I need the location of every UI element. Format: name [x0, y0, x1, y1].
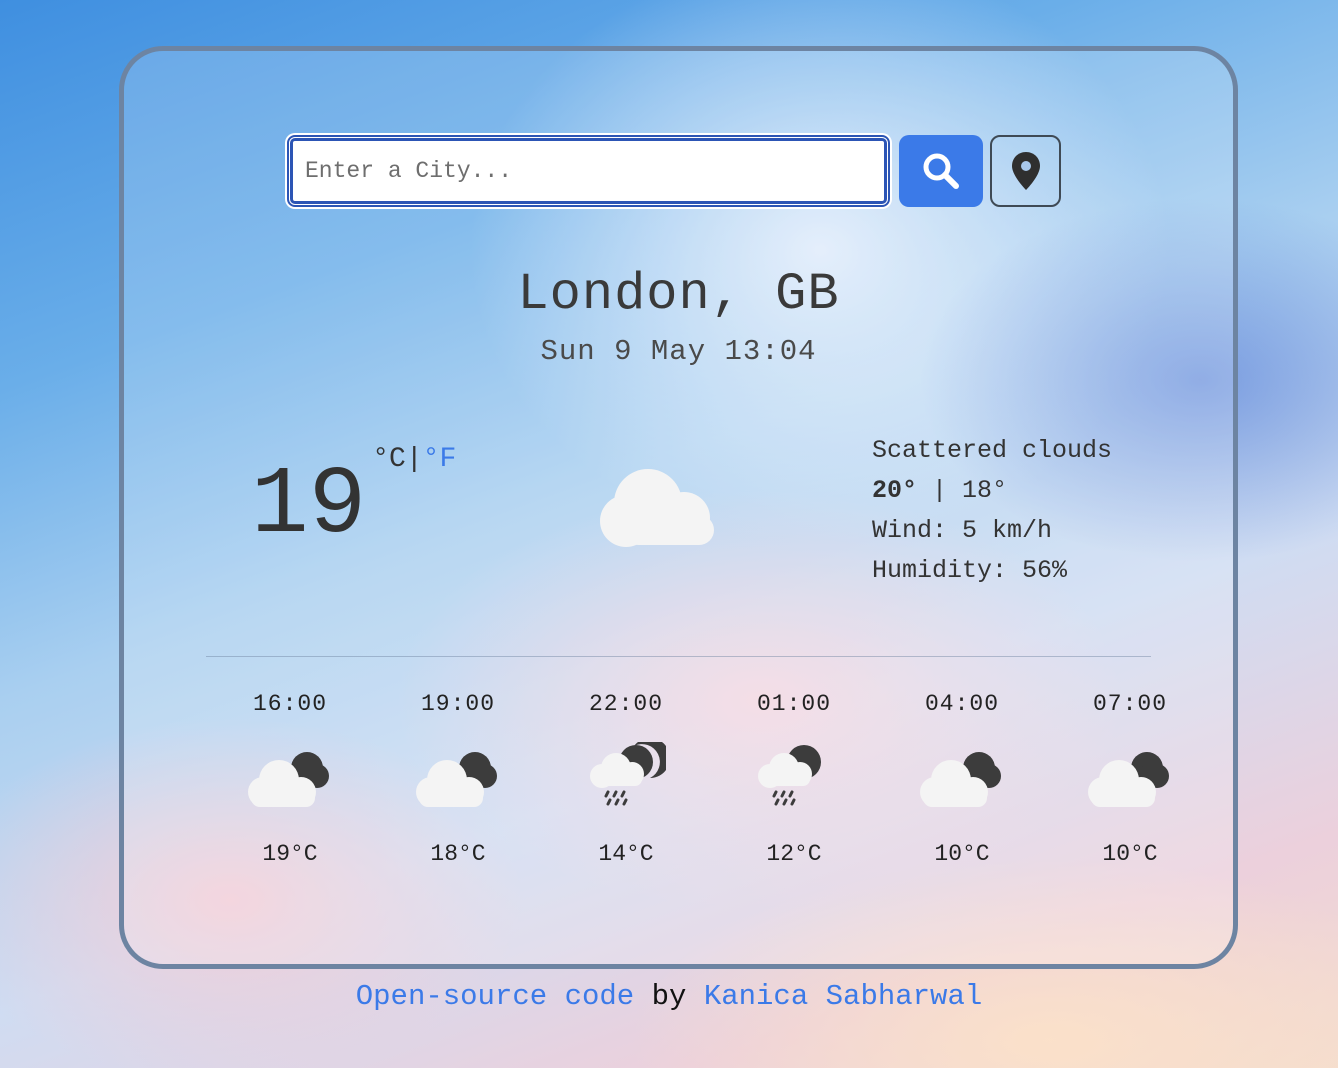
temperature-value: 19: [251, 451, 367, 560]
humidity-label: Humidity:: [872, 556, 1023, 585]
forecast-time: 04:00: [924, 691, 999, 717]
low-temp: 18°: [962, 476, 1008, 505]
high-temp: 20°: [872, 476, 918, 505]
forecast-temp: 10°C: [934, 841, 990, 867]
forecast-time: 19:00: [420, 691, 495, 717]
weather-description: Scattered clouds: [872, 436, 1113, 465]
humidity: Humidity: 56%: [872, 551, 1112, 591]
forecast-item: 07:00 10°C: [1046, 691, 1214, 867]
source-code-link[interactable]: Open-source code: [356, 980, 634, 1013]
divider: [206, 656, 1151, 657]
footer: Open-source code by Kanica Sabharwal: [0, 980, 1338, 1013]
high-low: 20° | 18°: [872, 471, 1112, 511]
unit-toggle: °C|°F: [372, 446, 456, 474]
search-icon: [923, 153, 959, 189]
current-temperature: 19 °C|°F: [251, 446, 456, 554]
date-time: Sun 9 May 13:04: [540, 335, 817, 368]
weather-details: Scattered clouds 20° | 18° Wind: 5 km/h …: [872, 431, 1112, 591]
forecast-temp: 18°C: [430, 841, 486, 867]
forecast-item: 04:00 10°C: [878, 691, 1046, 867]
wind-value: 5 km/h: [962, 516, 1053, 545]
humidity-value: 56%: [1022, 556, 1068, 585]
current-location-button[interactable]: [990, 135, 1061, 207]
forecast-temp: 10°C: [1102, 841, 1158, 867]
city-search-input[interactable]: [287, 135, 890, 207]
forecast-temp: 14°C: [598, 841, 654, 867]
partly-cloudy-night-icon: [206, 717, 374, 837]
forecast-temp: 12°C: [766, 841, 822, 867]
forecast-time: 22:00: [588, 691, 663, 717]
wind: Wind: 5 km/h: [872, 511, 1112, 551]
hourly-forecast: 16:00 19°C 19:00 18°C 22:00 14°C 01:00 1…: [206, 691, 1214, 867]
forecast-time: 16:00: [252, 691, 327, 717]
partly-cloudy-night-icon: [374, 717, 542, 837]
search-button[interactable]: [899, 135, 983, 207]
forecast-item: 01:00 12°C: [710, 691, 878, 867]
fahrenheit-link[interactable]: °F: [423, 444, 457, 475]
rain-night-icon: [710, 717, 878, 837]
unit-separator: |: [405, 444, 423, 475]
partly-cloudy-night-icon: [1046, 717, 1214, 837]
footer-by: by: [634, 980, 704, 1013]
weather-card: London, GB Sun 9 May 13:04 19 °C|°F Scat…: [119, 46, 1238, 969]
forecast-item: 16:00 19°C: [206, 691, 374, 867]
search-form: [287, 135, 1061, 207]
forecast-temp: 19°C: [262, 841, 318, 867]
map-pin-icon: [1011, 152, 1040, 190]
partly-cloudy-night-icon: [878, 717, 1046, 837]
high-low-separator: |: [917, 476, 963, 505]
forecast-time: 01:00: [756, 691, 831, 717]
cloud-icon: [596, 463, 726, 558]
forecast-time: 07:00: [1092, 691, 1167, 717]
author-link[interactable]: Kanica Sabharwal: [704, 980, 982, 1013]
celsius-link[interactable]: °C: [372, 444, 406, 475]
rain-night-icon: [542, 717, 710, 837]
forecast-item: 22:00 14°C: [542, 691, 710, 867]
city-name: London, GB: [517, 265, 840, 324]
wind-label: Wind:: [872, 516, 963, 545]
forecast-item: 19:00 18°C: [374, 691, 542, 867]
